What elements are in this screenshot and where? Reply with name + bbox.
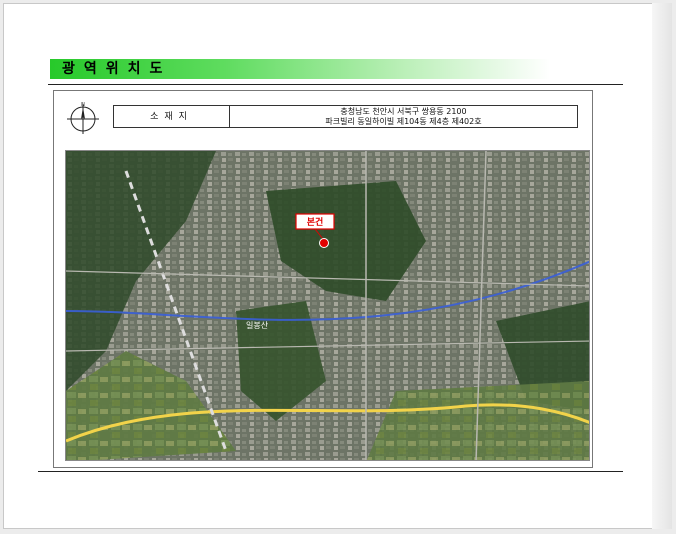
address-table: 소재지 충청남도 천안시 서북구 쌍용동 2100 파크빌리 동일하이빌 제10… [113, 105, 578, 128]
compass-north-label: N [81, 102, 85, 108]
compass-icon: N [65, 101, 101, 135]
top-rule [48, 84, 623, 85]
page-title: 광역위치도 [62, 61, 172, 77]
address-label: 소재지 [114, 106, 230, 127]
satellite-map: 일봉산 본건 [65, 150, 590, 461]
bottom-rule [38, 471, 623, 472]
address-value: 충청남도 천안시 서북구 쌍용동 2100 파크빌리 동일하이빌 제104동 제… [230, 106, 577, 127]
subject-marker-label: 본건 [307, 216, 324, 228]
page-edge [652, 3, 672, 529]
address-line-2: 파크빌리 동일하이빌 제104동 제4층 제402호 [325, 116, 482, 126]
map-place-label: 일봉산 [246, 320, 269, 330]
address-line-1: 충청남도 천안시 서북구 쌍용동 2100 [340, 106, 467, 116]
subject-marker-dot [319, 238, 329, 248]
